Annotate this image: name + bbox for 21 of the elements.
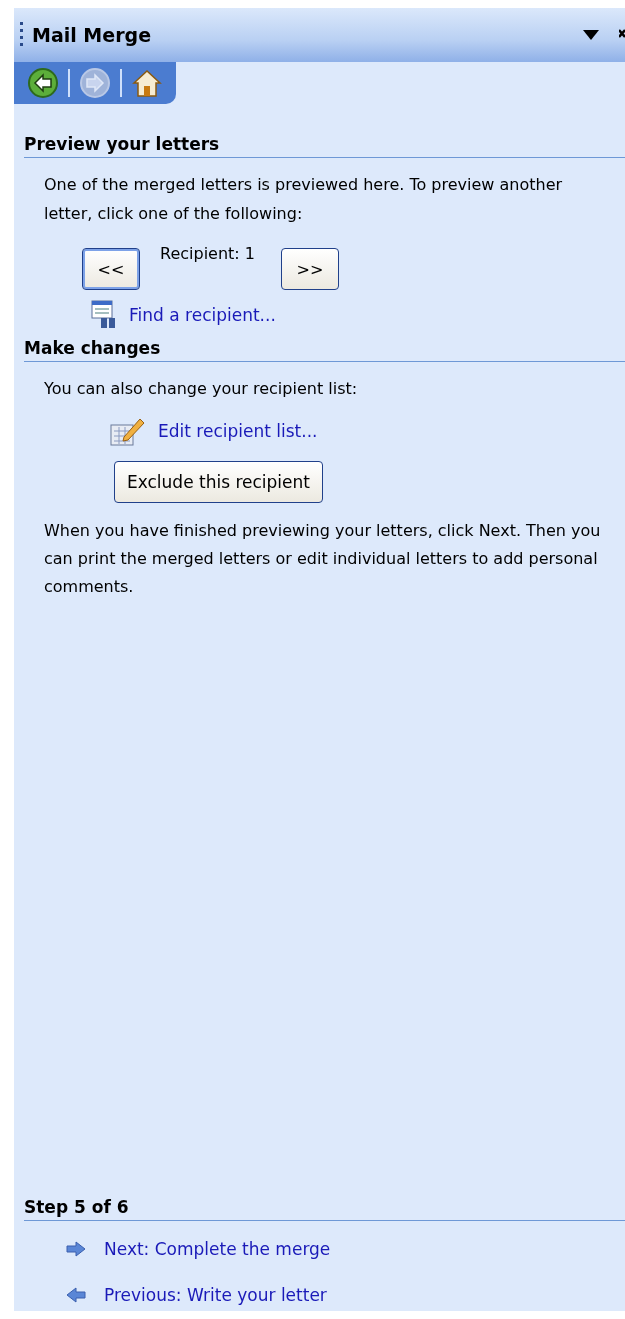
left-arrow-icon — [66, 1287, 86, 1303]
section-heading: Make changes — [24, 338, 625, 362]
previous-step-link[interactable]: Previous: Write your letter — [104, 1285, 327, 1305]
find-recipient-icon — [91, 300, 117, 330]
section-heading: Step 5 of 6 — [24, 1197, 625, 1221]
previous-recipient-button[interactable]: << — [82, 248, 140, 290]
edit-recipient-list-link[interactable]: Edit recipient list... — [158, 421, 318, 441]
exclude-recipient-button[interactable]: Exclude this recipient — [114, 461, 323, 503]
next-recipient-button[interactable]: >> — [281, 248, 339, 290]
next-step-link[interactable]: Next: Complete the merge — [104, 1239, 331, 1259]
instruction-text: You can also change your recipient list: — [44, 378, 359, 400]
recipient-number: Recipient: 1 — [160, 244, 255, 263]
pane-title: Mail Merge — [32, 24, 153, 46]
instruction-text: One of the merged letters is previewed here. To preview another letter, click one of the following: — [44, 174, 564, 225]
find-recipient-link[interactable]: Find a recipient... — [129, 305, 276, 325]
instruction-text: When you have finished previewing your letters, click Next. Then you can print the merged letters or edit individual letters to add personal comments. — [44, 520, 602, 598]
dropdown-icon[interactable] — [583, 30, 599, 40]
right-arrow-icon — [66, 1241, 86, 1257]
home-icon[interactable] — [132, 68, 162, 98]
grip-icon — [20, 22, 24, 48]
section-heading: Preview your letters — [24, 134, 625, 158]
